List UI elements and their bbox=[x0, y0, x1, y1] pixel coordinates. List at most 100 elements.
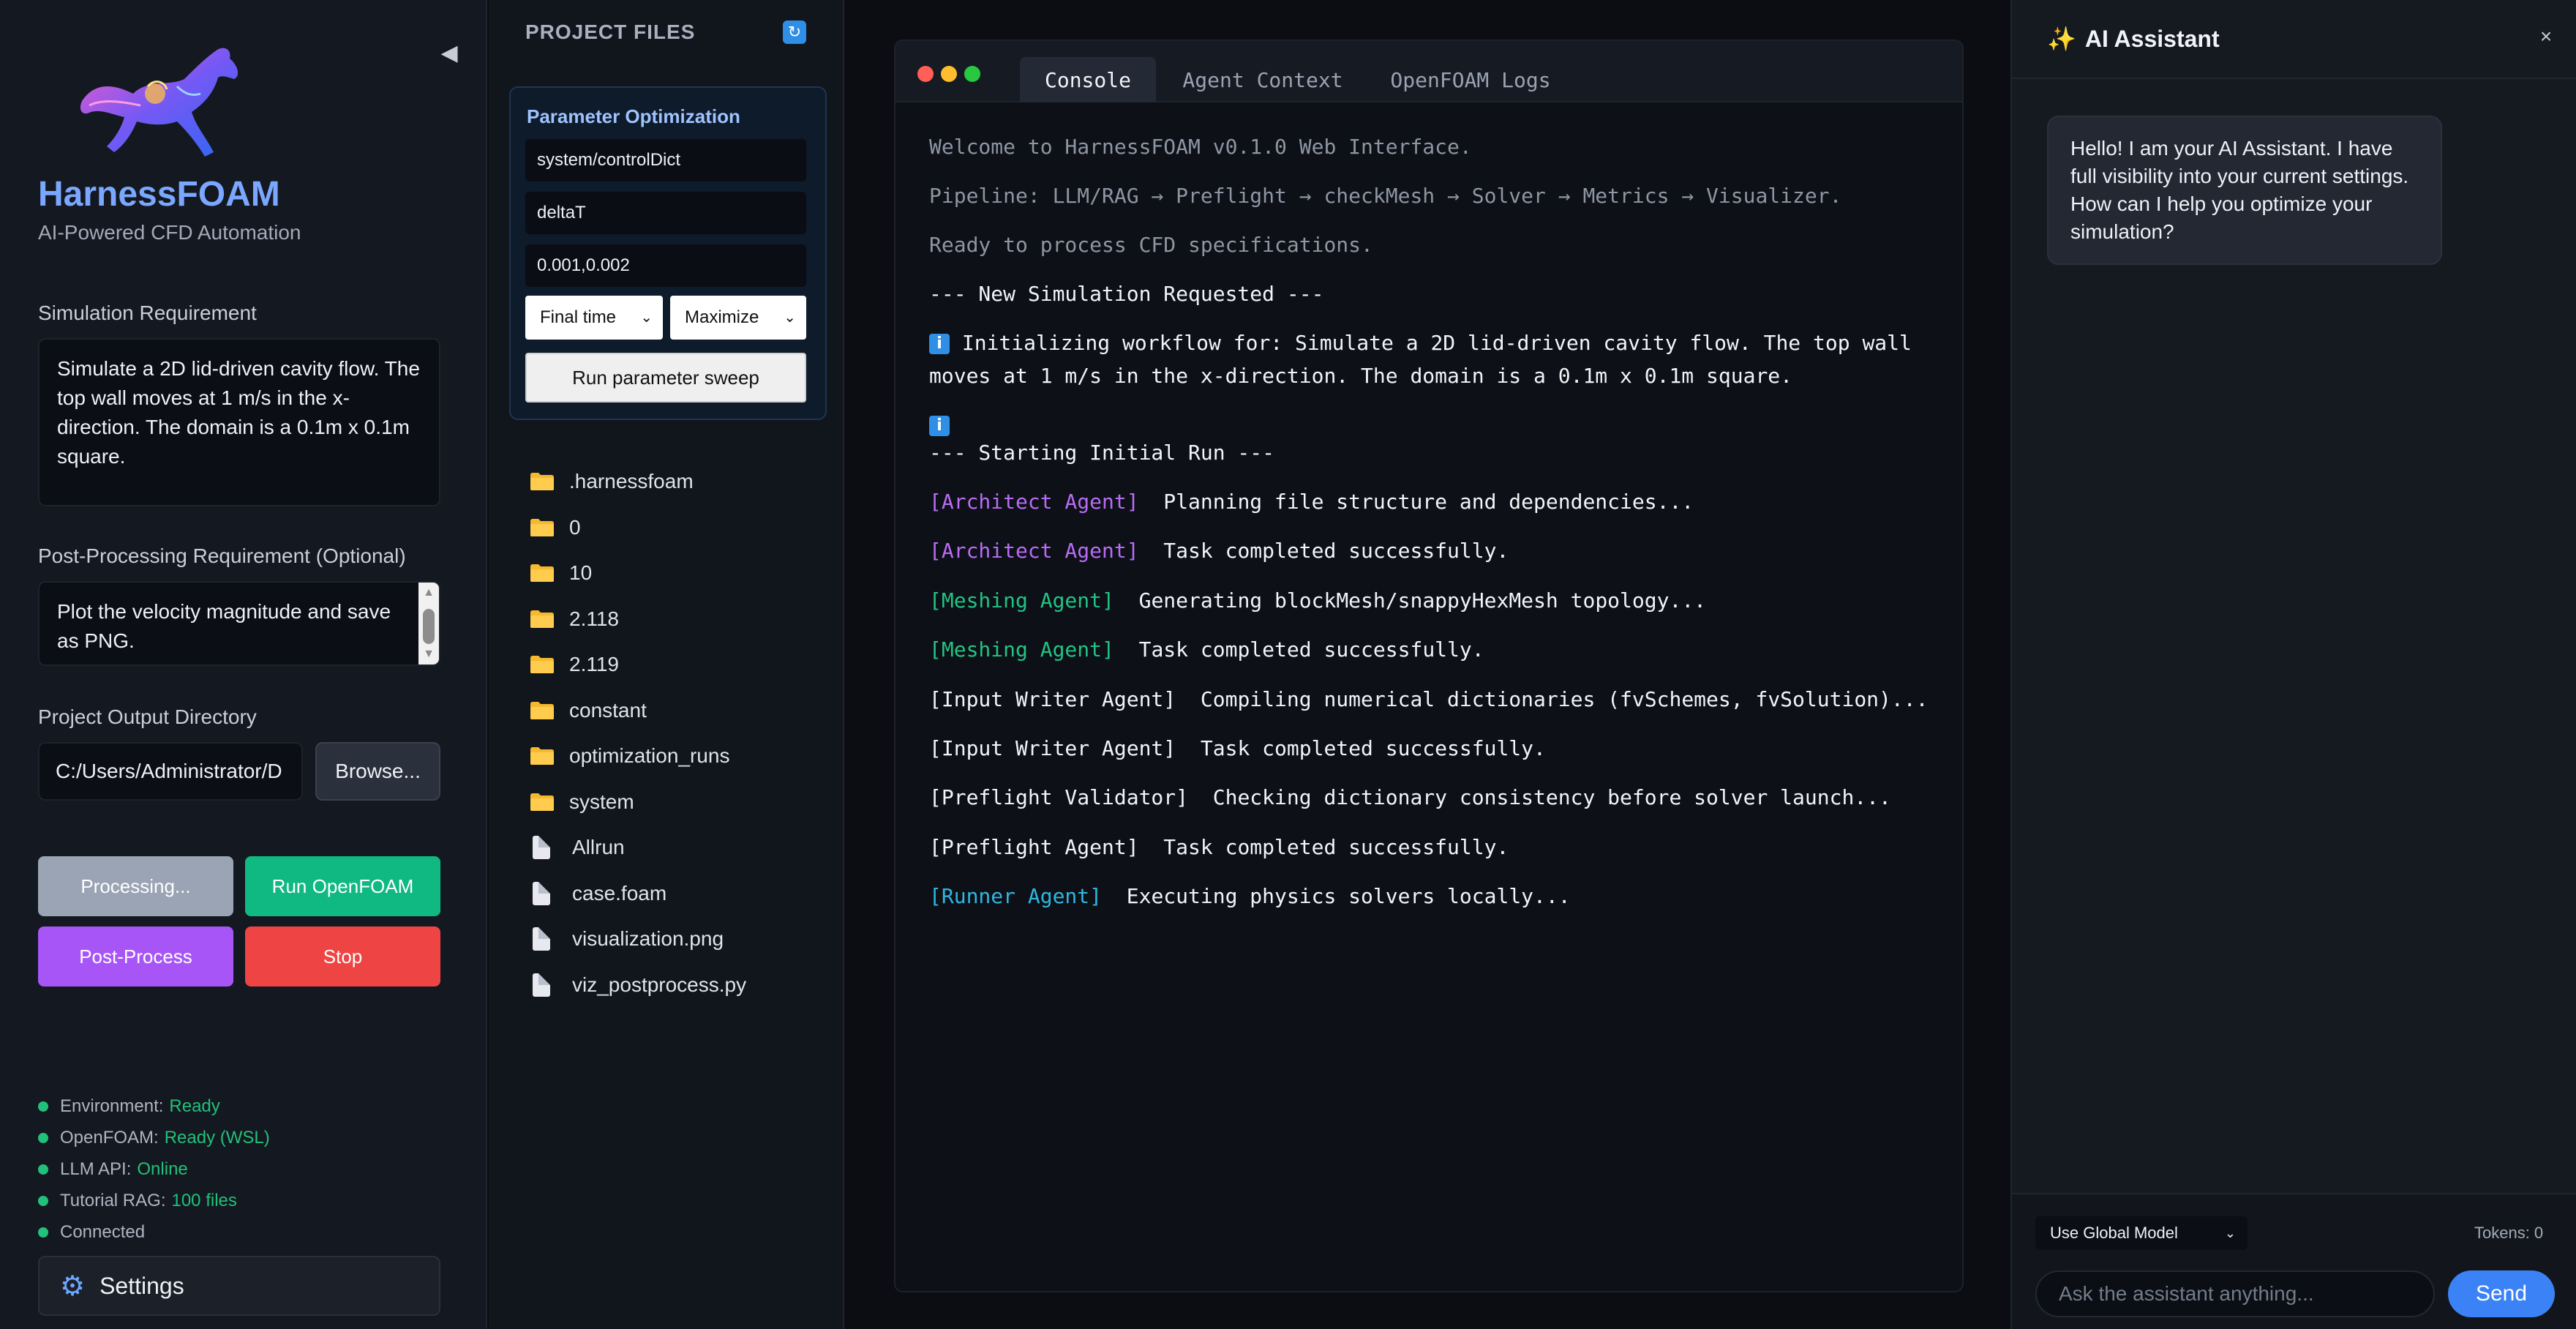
file-item[interactable]: viz_postprocess.py bbox=[530, 969, 746, 1001]
console-window: Console Agent Context OpenFOAM Logs Welc… bbox=[894, 40, 1964, 1292]
file-name: case.foam bbox=[572, 882, 667, 905]
file-icon bbox=[533, 973, 550, 997]
folder-item[interactable]: system bbox=[530, 786, 634, 818]
post-process-button[interactable]: Post-Process bbox=[38, 926, 233, 987]
minimize-window-dot bbox=[941, 66, 957, 82]
scroll-thumb[interactable] bbox=[423, 609, 435, 644]
console-line-text: Initializing workflow for: Simulate a 2D… bbox=[961, 331, 1912, 355]
post-processing-input[interactable]: Plot the velocity magnitude and save as … bbox=[38, 581, 440, 666]
token-count: Tokens: 0 bbox=[2474, 1224, 2544, 1242]
settings-button[interactable]: ⚙ Settings bbox=[38, 1256, 440, 1316]
tab-agent-context[interactable]: Agent Context bbox=[1166, 57, 1359, 102]
gear-icon: ⚙ bbox=[60, 1270, 86, 1302]
assistant-title: ✨ AI Assistant bbox=[2047, 25, 2220, 53]
assistant-message: Hello! I am your AI Assistant. I have fu… bbox=[2047, 116, 2442, 265]
folder-item[interactable]: 2.119 bbox=[530, 648, 619, 681]
agent-message: Compiling numerical dictionaries (fvSche… bbox=[1200, 686, 1929, 711]
agent-log-line: [Preflight Validator] Checking dictionar… bbox=[929, 785, 1891, 809]
status-dot-icon bbox=[38, 1164, 48, 1175]
collapse-sidebar-icon[interactable]: ◀ bbox=[436, 40, 462, 66]
file-name: Allrun bbox=[572, 836, 625, 858]
info-icon: i bbox=[929, 334, 950, 354]
metric-select-value: Final time bbox=[540, 307, 617, 327]
send-button[interactable]: Send bbox=[2448, 1270, 2555, 1317]
agent-log-line: [Runner Agent] Executing physics solvers… bbox=[929, 884, 1571, 908]
tab-console[interactable]: Console bbox=[1020, 57, 1156, 102]
file-item[interactable]: visualization.png bbox=[530, 923, 724, 955]
agent-message: Planning file structure and dependencies… bbox=[1163, 490, 1694, 514]
console-line: i Initializing workflow for: Simulate a … bbox=[929, 331, 1912, 355]
post-processing-label: Post-Processing Requirement (Optional) bbox=[38, 544, 406, 567]
status-dot-icon bbox=[38, 1227, 48, 1238]
chevron-down-icon: ⌄ bbox=[784, 310, 796, 326]
assistant-input[interactable]: Ask the assistant anything... bbox=[2035, 1270, 2435, 1317]
console-line: Ready to process CFD specifications. bbox=[929, 233, 1373, 257]
status-value: 100 files bbox=[171, 1191, 237, 1210]
refresh-icon[interactable]: ↻ bbox=[783, 20, 806, 44]
status-dot-icon bbox=[38, 1101, 48, 1112]
status-value: Online bbox=[137, 1159, 188, 1179]
chevron-down-icon: ⌄ bbox=[640, 310, 653, 326]
console-line: moves at 1 m/s in the x-direction. The d… bbox=[929, 364, 1793, 388]
agent-message: Executing physics solvers locally... bbox=[1126, 884, 1571, 909]
scroll-down-icon[interactable]: ▼ bbox=[418, 645, 439, 663]
project-files-panel: PROJECT FILES ↻ Parameter Optimization s… bbox=[489, 0, 844, 1329]
run-parameter-sweep-button[interactable]: Run parameter sweep bbox=[525, 353, 806, 403]
stop-button[interactable]: Stop bbox=[245, 926, 440, 987]
agent-message: Task completed successfully. bbox=[1200, 736, 1546, 760]
file-name: 0 bbox=[569, 516, 581, 539]
ai-assistant-panel: ✨ AI Assistant × Hello! I am your AI Ass… bbox=[2010, 0, 2576, 1329]
status-dot-icon bbox=[38, 1196, 48, 1206]
file-item[interactable]: case.foam bbox=[530, 877, 666, 910]
status-value: Ready (WSL) bbox=[164, 1128, 270, 1148]
metric-select[interactable]: Final time ⌄ bbox=[525, 296, 663, 340]
folder-item[interactable]: 10 bbox=[530, 557, 592, 589]
status-label: Tutorial RAG: bbox=[60, 1191, 166, 1210]
run-openfoam-button[interactable]: Run OpenFOAM bbox=[245, 856, 440, 916]
console-header: Console Agent Context OpenFOAM Logs bbox=[895, 41, 1962, 102]
output-directory-input[interactable]: C:/Users/Administrator/D bbox=[38, 742, 303, 801]
folder-item[interactable]: .harnessfoam bbox=[530, 465, 694, 498]
goal-select[interactable]: Maximize ⌄ bbox=[670, 296, 806, 340]
post-processing-scrollbar[interactable]: ▲ ▼ bbox=[418, 583, 439, 664]
status-dot-icon bbox=[38, 1133, 48, 1143]
agent-log-line: [Preflight Agent] Task completed success… bbox=[929, 835, 1509, 859]
optimization-file-input[interactable]: system/controlDict bbox=[525, 139, 806, 181]
folder-item[interactable]: constant bbox=[530, 695, 647, 727]
file-name: 10 bbox=[569, 561, 593, 584]
agent-tag: [Meshing Agent] bbox=[929, 588, 1114, 613]
agent-log-line: [Architect Agent] Task completed success… bbox=[929, 539, 1509, 563]
agent-tag: [Preflight Agent] bbox=[929, 834, 1139, 859]
console-line: Pipeline: LLM/RAG → Preflight → checkMes… bbox=[929, 184, 1842, 208]
sparkle-icon: ✨ bbox=[2047, 26, 2076, 52]
scroll-up-icon[interactable]: ▲ bbox=[418, 584, 439, 602]
file-name: viz_postprocess.py bbox=[572, 973, 747, 996]
file-icon bbox=[533, 927, 550, 951]
post-processing-text: Plot the velocity magnitude and save as … bbox=[57, 600, 391, 652]
optimization-parameter-input[interactable]: deltaT bbox=[525, 192, 806, 234]
output-directory-label: Project Output Directory bbox=[38, 705, 257, 728]
processing-button[interactable]: Processing... bbox=[38, 856, 233, 916]
settings-label: Settings bbox=[99, 1272, 184, 1299]
model-select[interactable]: Use Global Model ⌄ bbox=[2035, 1216, 2248, 1250]
tab-openfoam-logs[interactable]: OpenFOAM Logs bbox=[1371, 57, 1570, 102]
browse-button[interactable]: Browse... bbox=[315, 742, 440, 801]
file-name: 2.119 bbox=[569, 653, 619, 675]
agent-log-line: [Architect Agent] Planning file structur… bbox=[929, 490, 1694, 514]
optimization-range-input[interactable]: 0.001,0.002 bbox=[525, 244, 806, 287]
folder-icon bbox=[530, 564, 554, 582]
simulation-requirement-input[interactable]: Simulate a 2D lid-driven cavity flow. Th… bbox=[38, 338, 440, 506]
close-icon[interactable]: × bbox=[2533, 23, 2559, 50]
info-icon: i bbox=[929, 416, 950, 436]
folder-item[interactable]: 2.118 bbox=[530, 603, 619, 635]
file-item[interactable]: Allrun bbox=[530, 831, 625, 864]
agent-message: Task completed successfully. bbox=[1138, 637, 1484, 662]
status-label: Environment: bbox=[60, 1096, 164, 1116]
status-label: Connected bbox=[60, 1222, 146, 1242]
folder-item[interactable]: 0 bbox=[530, 512, 581, 544]
agent-message: Generating blockMesh/snappyHexMesh topol… bbox=[1138, 588, 1707, 613]
status-tutorial-rag: Tutorial RAG: 100 files bbox=[38, 1191, 237, 1211]
goal-select-value: Maximize bbox=[685, 307, 759, 327]
folder-item[interactable]: optimization_runs bbox=[530, 740, 729, 772]
file-name: constant bbox=[569, 699, 647, 722]
